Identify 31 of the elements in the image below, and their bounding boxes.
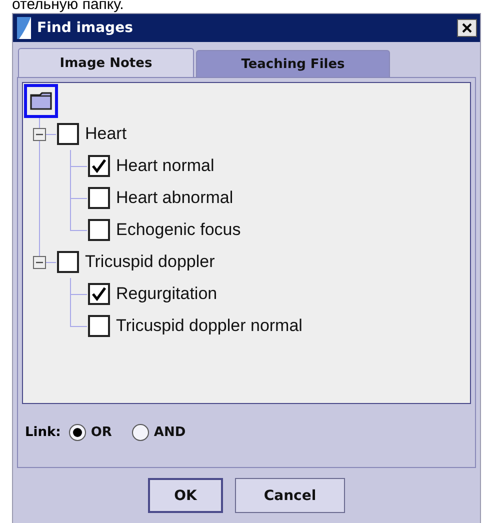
collapse-toggle[interactable]	[33, 128, 46, 141]
close-icon[interactable]	[462, 23, 472, 33]
collapse-toggle[interactable]	[33, 256, 46, 269]
radio-option[interactable]: OR	[68, 424, 112, 440]
dialog-button[interactable]: OK	[148, 478, 223, 513]
tab[interactable]: Image Notes	[18, 48, 194, 78]
checkbox[interactable]	[88, 155, 110, 177]
checkbox[interactable]	[57, 123, 79, 145]
page-text: отельную папку.	[11, 0, 125, 10]
minus-icon[interactable]	[36, 131, 43, 138]
tree-label[interactable]: Regurgitation	[116, 284, 218, 304]
tree-label[interactable]: Tricuspid doppler normal	[116, 316, 302, 336]
tree-label[interactable]: Heart normal	[116, 156, 214, 176]
tab[interactable]: Teaching Files	[196, 50, 390, 78]
checkbox[interactable]	[88, 187, 110, 209]
checkbox[interactable]	[88, 219, 110, 241]
minus-icon[interactable]	[36, 259, 43, 266]
checkbox[interactable]	[88, 315, 110, 337]
radio-option[interactable]: AND	[132, 424, 186, 440]
link-label: Link:	[25, 424, 61, 440]
tree-label[interactable]: Tricuspid doppler	[85, 252, 215, 272]
app-icon	[17, 17, 31, 39]
dialog-button[interactable]: Cancel	[235, 478, 345, 513]
close-button[interactable]	[457, 19, 477, 37]
checkbox[interactable]	[57, 251, 79, 273]
tree-label[interactable]: Heart	[85, 124, 127, 144]
checkbox[interactable]	[88, 283, 110, 305]
tree-label[interactable]: Echogenic focus	[116, 220, 241, 240]
tree-label[interactable]: Heart abnormal	[116, 188, 234, 208]
window-title: Find images	[37, 20, 134, 36]
folder-icon[interactable]	[30, 92, 52, 110]
